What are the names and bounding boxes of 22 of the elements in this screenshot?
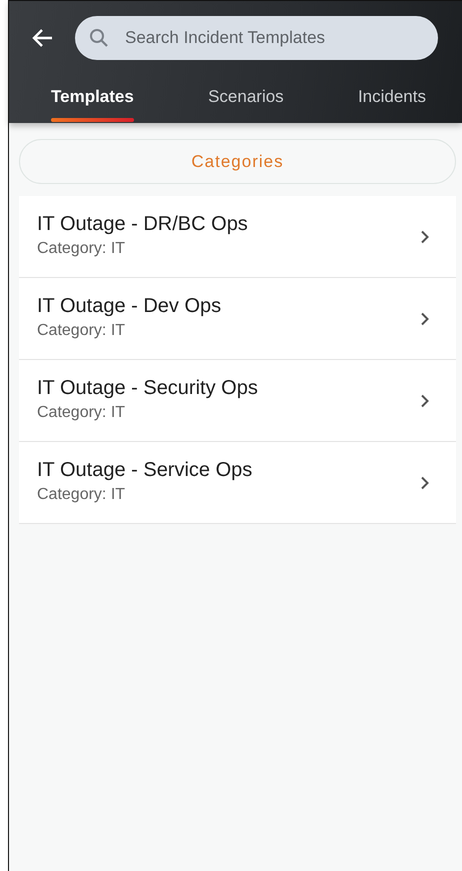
chevron-right-icon [420, 476, 430, 490]
search-icon [89, 28, 109, 48]
chevron-right-icon [420, 230, 430, 244]
back-arrow-icon [31, 28, 53, 48]
chevron-right-icon [420, 312, 430, 326]
template-item[interactable]: IT Outage - Service Ops Category: IT [19, 442, 456, 524]
search-field[interactable]: Search Incident Templates [75, 16, 438, 60]
template-category: Category: IT [37, 321, 126, 341]
template-item[interactable]: IT Outage - DR/BC Ops Category: IT [19, 196, 456, 278]
template-item[interactable]: IT Outage - Security Ops Category: IT [19, 360, 456, 442]
template-category: Category: IT [37, 239, 126, 259]
chevron-right-icon [420, 394, 430, 408]
tab[interactable]: Incidents [358, 84, 426, 118]
template-title: IT Outage - Security Ops [37, 376, 258, 401]
template-category: Category: IT [37, 485, 126, 505]
template-title: IT Outage - Dev Ops [37, 294, 222, 319]
template-title: IT Outage - Service Ops [37, 458, 252, 483]
template-item[interactable]: IT Outage - Dev Ops Category: IT [19, 278, 456, 360]
tab[interactable]: Templates [51, 84, 134, 118]
template-title: IT Outage - DR/BC Ops [37, 212, 248, 237]
tab[interactable]: Scenarios [208, 84, 284, 118]
template-category: Category: IT [37, 403, 126, 423]
